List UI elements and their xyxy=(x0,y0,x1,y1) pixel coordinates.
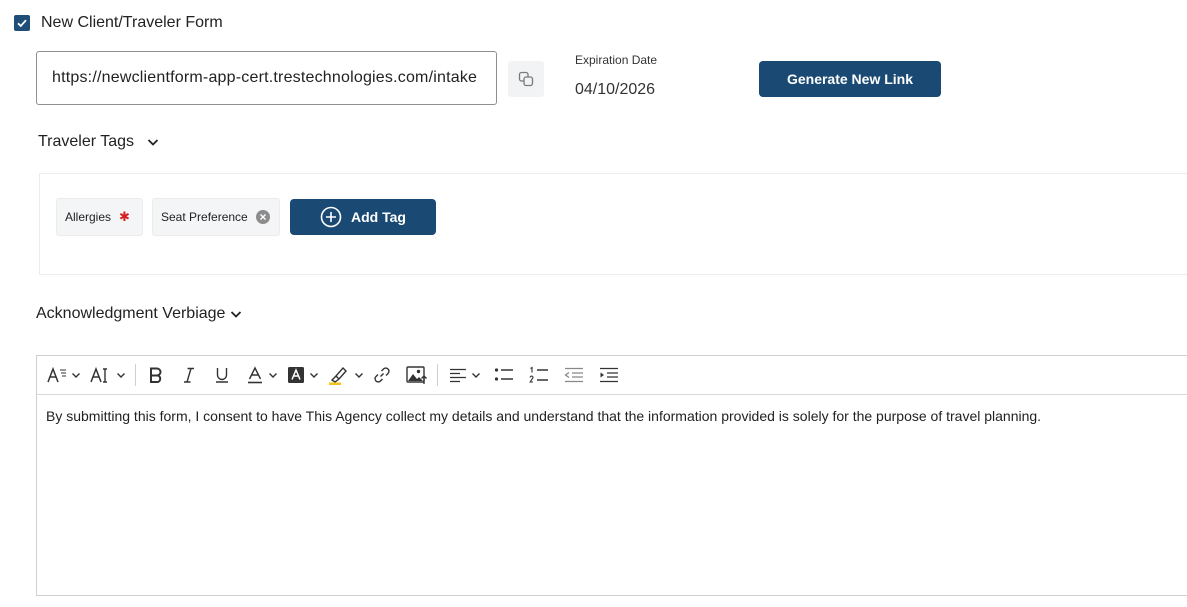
background-color-button[interactable] xyxy=(287,361,319,389)
outdent-button[interactable] xyxy=(564,361,584,389)
acknowledgment-title: Acknowledgment Verbiage xyxy=(36,305,226,322)
paragraph-format-button[interactable] xyxy=(47,361,81,389)
background-color-icon xyxy=(288,367,304,383)
italic-button[interactable] xyxy=(180,361,198,389)
chevron-down-icon xyxy=(269,373,277,378)
toolbar-separator xyxy=(437,364,438,386)
insert-link-button[interactable] xyxy=(373,361,391,389)
expiration-date-label: Expiration Date xyxy=(575,53,658,67)
form-enabled-checkbox[interactable] xyxy=(14,15,30,31)
text-color-icon xyxy=(248,366,262,384)
link-icon xyxy=(374,367,390,383)
paragraph-format-icon xyxy=(47,366,66,383)
expiration-date-value: 04/10/2026 xyxy=(575,81,656,98)
text-color-button[interactable] xyxy=(246,361,278,389)
plus-circle-icon xyxy=(320,206,342,228)
bold-button[interactable] xyxy=(147,361,165,389)
tag-allergies[interactable]: Allergies ✱ xyxy=(56,198,143,236)
bullet-list-icon xyxy=(494,368,513,381)
insert-image-icon xyxy=(406,366,427,384)
rich-text-editor[interactable]: By submitting this form, I consent to ha… xyxy=(36,355,1187,596)
tag-label: Allergies xyxy=(65,210,112,224)
required-asterisk-icon: ✱ xyxy=(119,209,130,224)
copy-icon xyxy=(518,71,534,87)
chevron-down-icon xyxy=(310,373,318,378)
generate-new-link-button[interactable]: Generate New Link xyxy=(759,61,941,97)
chevron-down-icon xyxy=(147,139,159,146)
outdent-icon xyxy=(564,367,583,383)
add-tag-label: Add Tag xyxy=(351,209,406,225)
editor-content[interactable]: By submitting this form, I consent to ha… xyxy=(46,408,1041,424)
form-link-field[interactable] xyxy=(36,51,497,105)
editor-toolbar xyxy=(37,356,1187,395)
add-tag-button[interactable]: Add Tag xyxy=(290,199,436,235)
numbered-list-icon xyxy=(529,366,548,383)
indent-button[interactable] xyxy=(599,361,619,389)
chevron-down-icon xyxy=(472,373,480,378)
font-size-icon xyxy=(90,366,107,383)
align-icon xyxy=(450,368,466,383)
tag-seat-preference[interactable]: Seat Preference xyxy=(152,198,280,236)
copy-link-button[interactable] xyxy=(508,61,544,97)
indent-icon xyxy=(600,367,618,383)
bullet-list-button[interactable] xyxy=(494,361,514,389)
underline-icon xyxy=(216,368,228,383)
chevron-down-icon xyxy=(72,373,80,378)
align-button[interactable] xyxy=(449,361,481,389)
acknowledgment-toggle[interactable]: Acknowledgment Verbiage xyxy=(36,305,243,323)
remove-tag-icon[interactable] xyxy=(255,210,270,224)
traveler-tags-toggle[interactable]: Traveler Tags xyxy=(38,133,160,151)
page-title: New Client/Traveler Form xyxy=(41,14,223,31)
font-size-button[interactable] xyxy=(90,361,126,389)
chevron-down-icon xyxy=(355,373,363,378)
chevron-down-icon xyxy=(117,373,125,378)
check-icon xyxy=(17,19,27,28)
highlight-button[interactable] xyxy=(328,361,364,389)
highlight-icon xyxy=(329,366,347,385)
italic-icon xyxy=(184,367,194,383)
traveler-tags-title: Traveler Tags xyxy=(38,133,135,150)
chevron-down-icon xyxy=(231,311,242,318)
numbered-list-button[interactable] xyxy=(529,361,549,389)
underline-button[interactable] xyxy=(213,361,231,389)
bold-icon xyxy=(150,367,162,383)
tag-label: Seat Preference xyxy=(161,210,248,224)
insert-image-button[interactable] xyxy=(406,361,428,389)
form-link-input[interactable] xyxy=(37,52,496,104)
toolbar-separator xyxy=(135,364,136,386)
